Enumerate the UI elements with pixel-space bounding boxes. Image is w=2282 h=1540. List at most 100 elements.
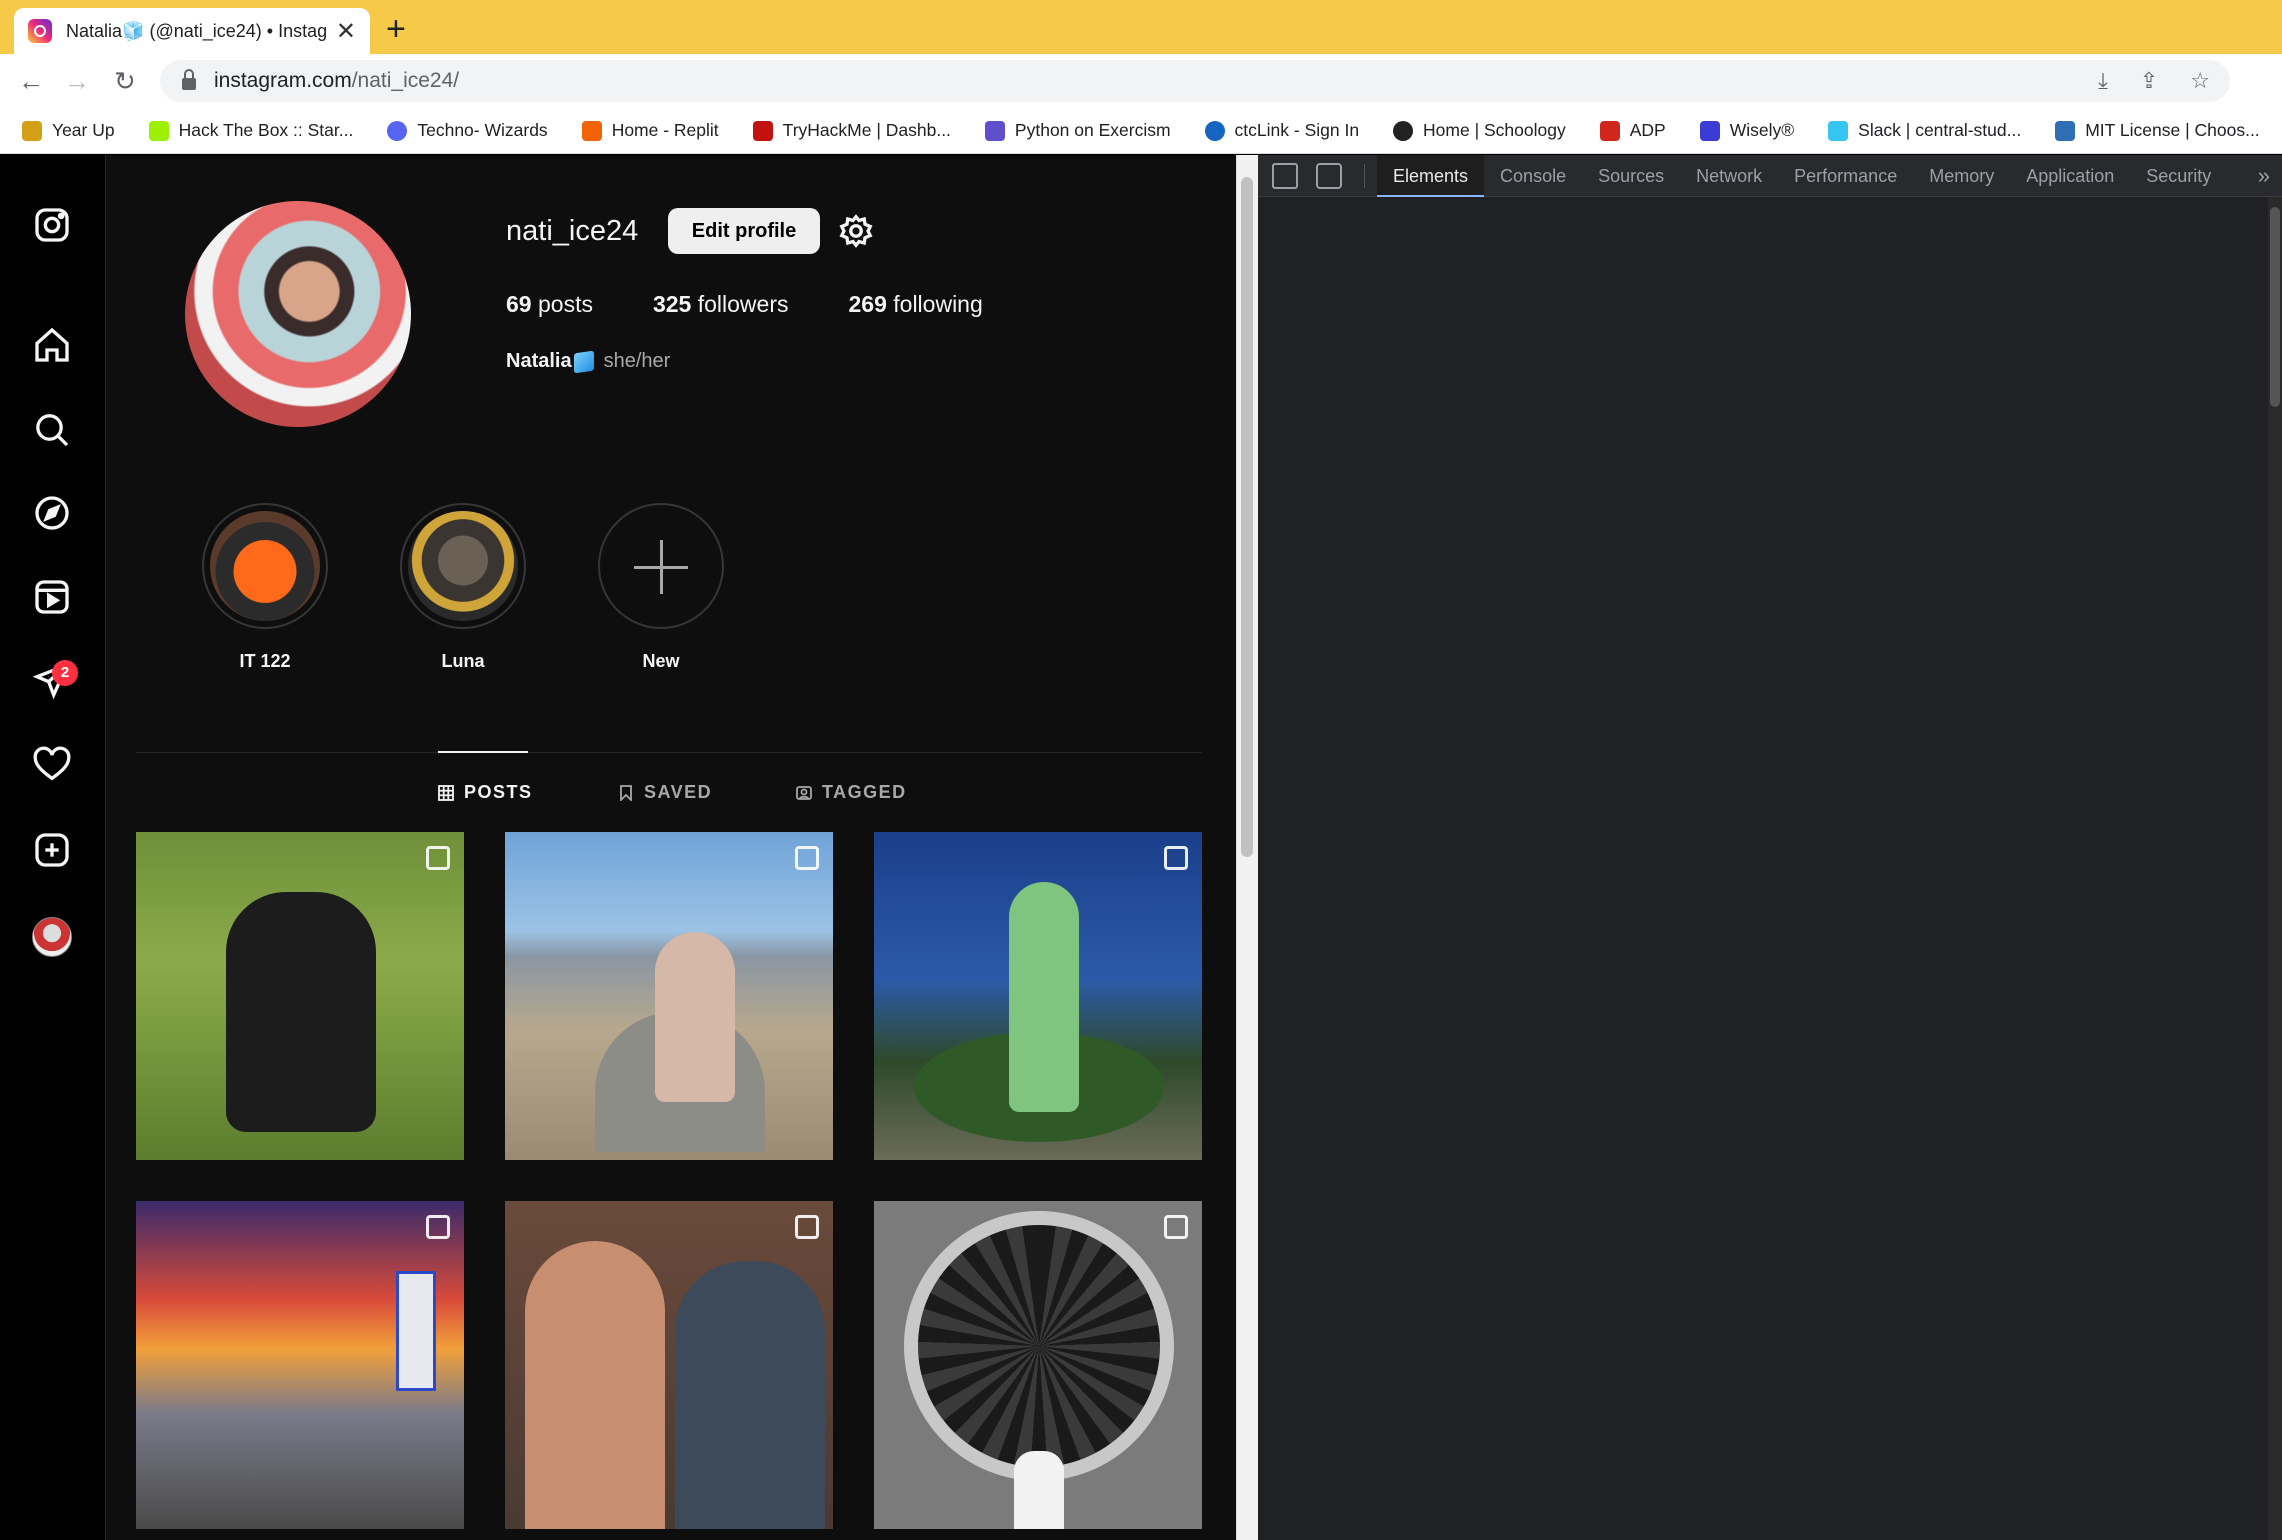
instagram-favicon-icon — [28, 19, 52, 43]
devtools-tab-bar: Elements Console Sources Network Perform… — [1258, 155, 2282, 197]
tab-label: TAGGED — [822, 782, 907, 802]
tab-security[interactable]: Security — [2130, 155, 2227, 197]
tab-close-icon[interactable]: ✕ — [336, 17, 356, 46]
bookmark-replit[interactable]: Home - Replit — [581, 120, 719, 141]
highlight-new[interactable]: New — [596, 503, 726, 672]
highlight-label: Luna — [441, 651, 485, 671]
more-tabs-icon[interactable]: » — [2258, 163, 2270, 189]
tab-posts[interactable]: POSTS — [438, 782, 533, 803]
tab-console[interactable]: Console — [1484, 155, 1582, 197]
tab-elements[interactable]: Elements — [1377, 155, 1485, 197]
post-thumbnail[interactable] — [874, 832, 1202, 1160]
highlight-it122[interactable]: IT 122 — [200, 503, 330, 672]
create-post-icon[interactable] — [32, 830, 72, 870]
tab-label: SAVED — [644, 782, 713, 802]
multiple-images-icon — [795, 846, 819, 870]
install-app-icon[interactable]: ⤓ — [2098, 68, 2108, 94]
tab-memory[interactable]: Memory — [1913, 155, 2010, 197]
bookmark-slack[interactable]: Slack | central-stud... — [1828, 120, 2021, 141]
bookmark-label: MIT License | Choos... — [2085, 120, 2260, 140]
post-thumbnail[interactable] — [505, 832, 833, 1160]
toolbar-divider — [1364, 163, 1365, 188]
tab-saved[interactable]: SAVED — [618, 782, 712, 803]
bookmark-schoology[interactable]: Home | Schoology — [1393, 120, 1566, 141]
bookmark-favicon-icon — [1393, 120, 1414, 141]
bookmark-hack-the-box[interactable]: Hack The Box :: Star... — [148, 120, 354, 141]
post-subject — [655, 932, 735, 1102]
tab-application[interactable]: Application — [2010, 155, 2130, 197]
dom-tree[interactable] — [1258, 197, 2282, 199]
active-tab-indicator — [438, 751, 528, 753]
highlight-luna[interactable]: Luna — [398, 503, 528, 672]
post-subject — [1014, 1451, 1064, 1529]
bookmark-favicon-icon — [752, 120, 773, 141]
search-icon[interactable] — [32, 410, 72, 450]
home-icon[interactable] — [32, 325, 72, 365]
profile-avatar[interactable] — [32, 917, 72, 957]
back-arrow-icon[interactable]: ← — [18, 66, 44, 97]
profile-picture[interactable] — [185, 201, 411, 427]
heart-icon[interactable] — [32, 745, 72, 785]
bookmark-tryhackme[interactable]: TryHackMe | Dashb... — [752, 120, 951, 141]
bookmark-year-up[interactable]: Year Up — [22, 120, 115, 141]
forward-arrow-icon[interactable]: → — [64, 66, 90, 97]
tab-network[interactable]: Network — [1680, 155, 1778, 197]
devtools-scrollbar[interactable] — [2268, 197, 2282, 1540]
page-scrollbar[interactable] — [1236, 155, 1258, 1540]
post-subject — [1009, 882, 1079, 1112]
tab-performance[interactable]: Performance — [1778, 155, 1913, 197]
bookmark-label: Home - Replit — [611, 120, 719, 140]
bookmark-exercism[interactable]: Python on Exercism — [984, 120, 1171, 141]
followers-stat[interactable]: 325 followers — [653, 291, 789, 318]
device-toolbar-icon[interactable] — [1316, 162, 1342, 189]
bookmark-favicon-icon — [581, 120, 602, 141]
tab-sources[interactable]: Sources — [1582, 155, 1680, 197]
posts-count: 69 — [506, 291, 532, 317]
scrollbar-thumb[interactable] — [2270, 207, 2280, 407]
multiple-images-icon — [426, 846, 450, 870]
bookmark-label: Home | Schoology — [1423, 120, 1566, 140]
following-stat[interactable]: 269 following — [849, 291, 983, 318]
following-count: 269 — [848, 291, 887, 317]
bookmark-favicon-icon — [2055, 120, 2076, 141]
post-thumbnail[interactable] — [505, 1201, 833, 1529]
reload-icon[interactable]: ↻ — [114, 66, 136, 97]
bookmark-label: TryHackMe | Dashb... — [782, 120, 951, 140]
share-icon[interactable]: ⇪ — [2140, 68, 2158, 94]
edit-profile-button[interactable]: Edit profile — [668, 208, 820, 254]
explore-compass-icon[interactable] — [32, 493, 72, 533]
post-thumbnail[interactable] — [874, 1201, 1202, 1529]
bookmark-favicon-icon — [387, 120, 408, 141]
bookmark-star-icon[interactable]: ☆ — [2190, 68, 2210, 94]
post-thumbnail[interactable] — [136, 1201, 464, 1529]
address-bar[interactable]: instagram.com/nati_ice24/ ⤓ ⇪ ☆ — [160, 60, 2230, 102]
browser-toolbar: ← → ↻ instagram.com/nati_ice24/ ⤓ ⇪ ☆ — [0, 54, 2282, 108]
multiple-images-icon — [1164, 1215, 1188, 1239]
bookmark-label: Python on Exercism — [1014, 120, 1171, 140]
post-subject — [675, 1261, 825, 1529]
bookmark-techno-wizards[interactable]: Techno- Wizards — [387, 120, 548, 141]
browser-tab-instagram[interactable]: Natalia🧊 (@nati_ice24) • Instag ✕ — [14, 8, 370, 54]
bookmark-favicon-icon — [1828, 120, 1849, 141]
tagged-icon — [796, 785, 812, 801]
tab-tagged[interactable]: TAGGED — [796, 782, 907, 803]
tabs-divider — [136, 752, 1202, 753]
highlight-label: IT 122 — [239, 651, 291, 671]
highlight-cover — [408, 511, 518, 621]
instagram-logo-icon[interactable] — [32, 205, 72, 245]
ice-cube-emoji-icon — [573, 350, 594, 373]
lock-icon[interactable] — [182, 69, 196, 90]
bookmark-label: Hack The Box :: Star... — [178, 120, 354, 140]
scrollbar-thumb[interactable] — [1241, 177, 1253, 857]
multiple-images-icon — [426, 1215, 450, 1239]
bookmark-wisely[interactable]: Wisely® — [1699, 120, 1794, 141]
settings-gear-icon[interactable] — [838, 213, 874, 249]
reels-icon[interactable] — [32, 577, 72, 617]
bookmark-ctclink[interactable]: ctcLink - Sign In — [1204, 120, 1359, 141]
bookmark-adp[interactable]: ADP — [1599, 120, 1666, 141]
bookmark-mit-license[interactable]: MIT License | Choos... — [2055, 120, 2260, 141]
devtools-panel: Elements Console Sources Network Perform… — [1258, 155, 2282, 1540]
post-thumbnail[interactable] — [136, 832, 464, 1160]
new-tab-button[interactable]: + — [386, 10, 406, 49]
inspect-element-icon[interactable] — [1272, 162, 1298, 189]
